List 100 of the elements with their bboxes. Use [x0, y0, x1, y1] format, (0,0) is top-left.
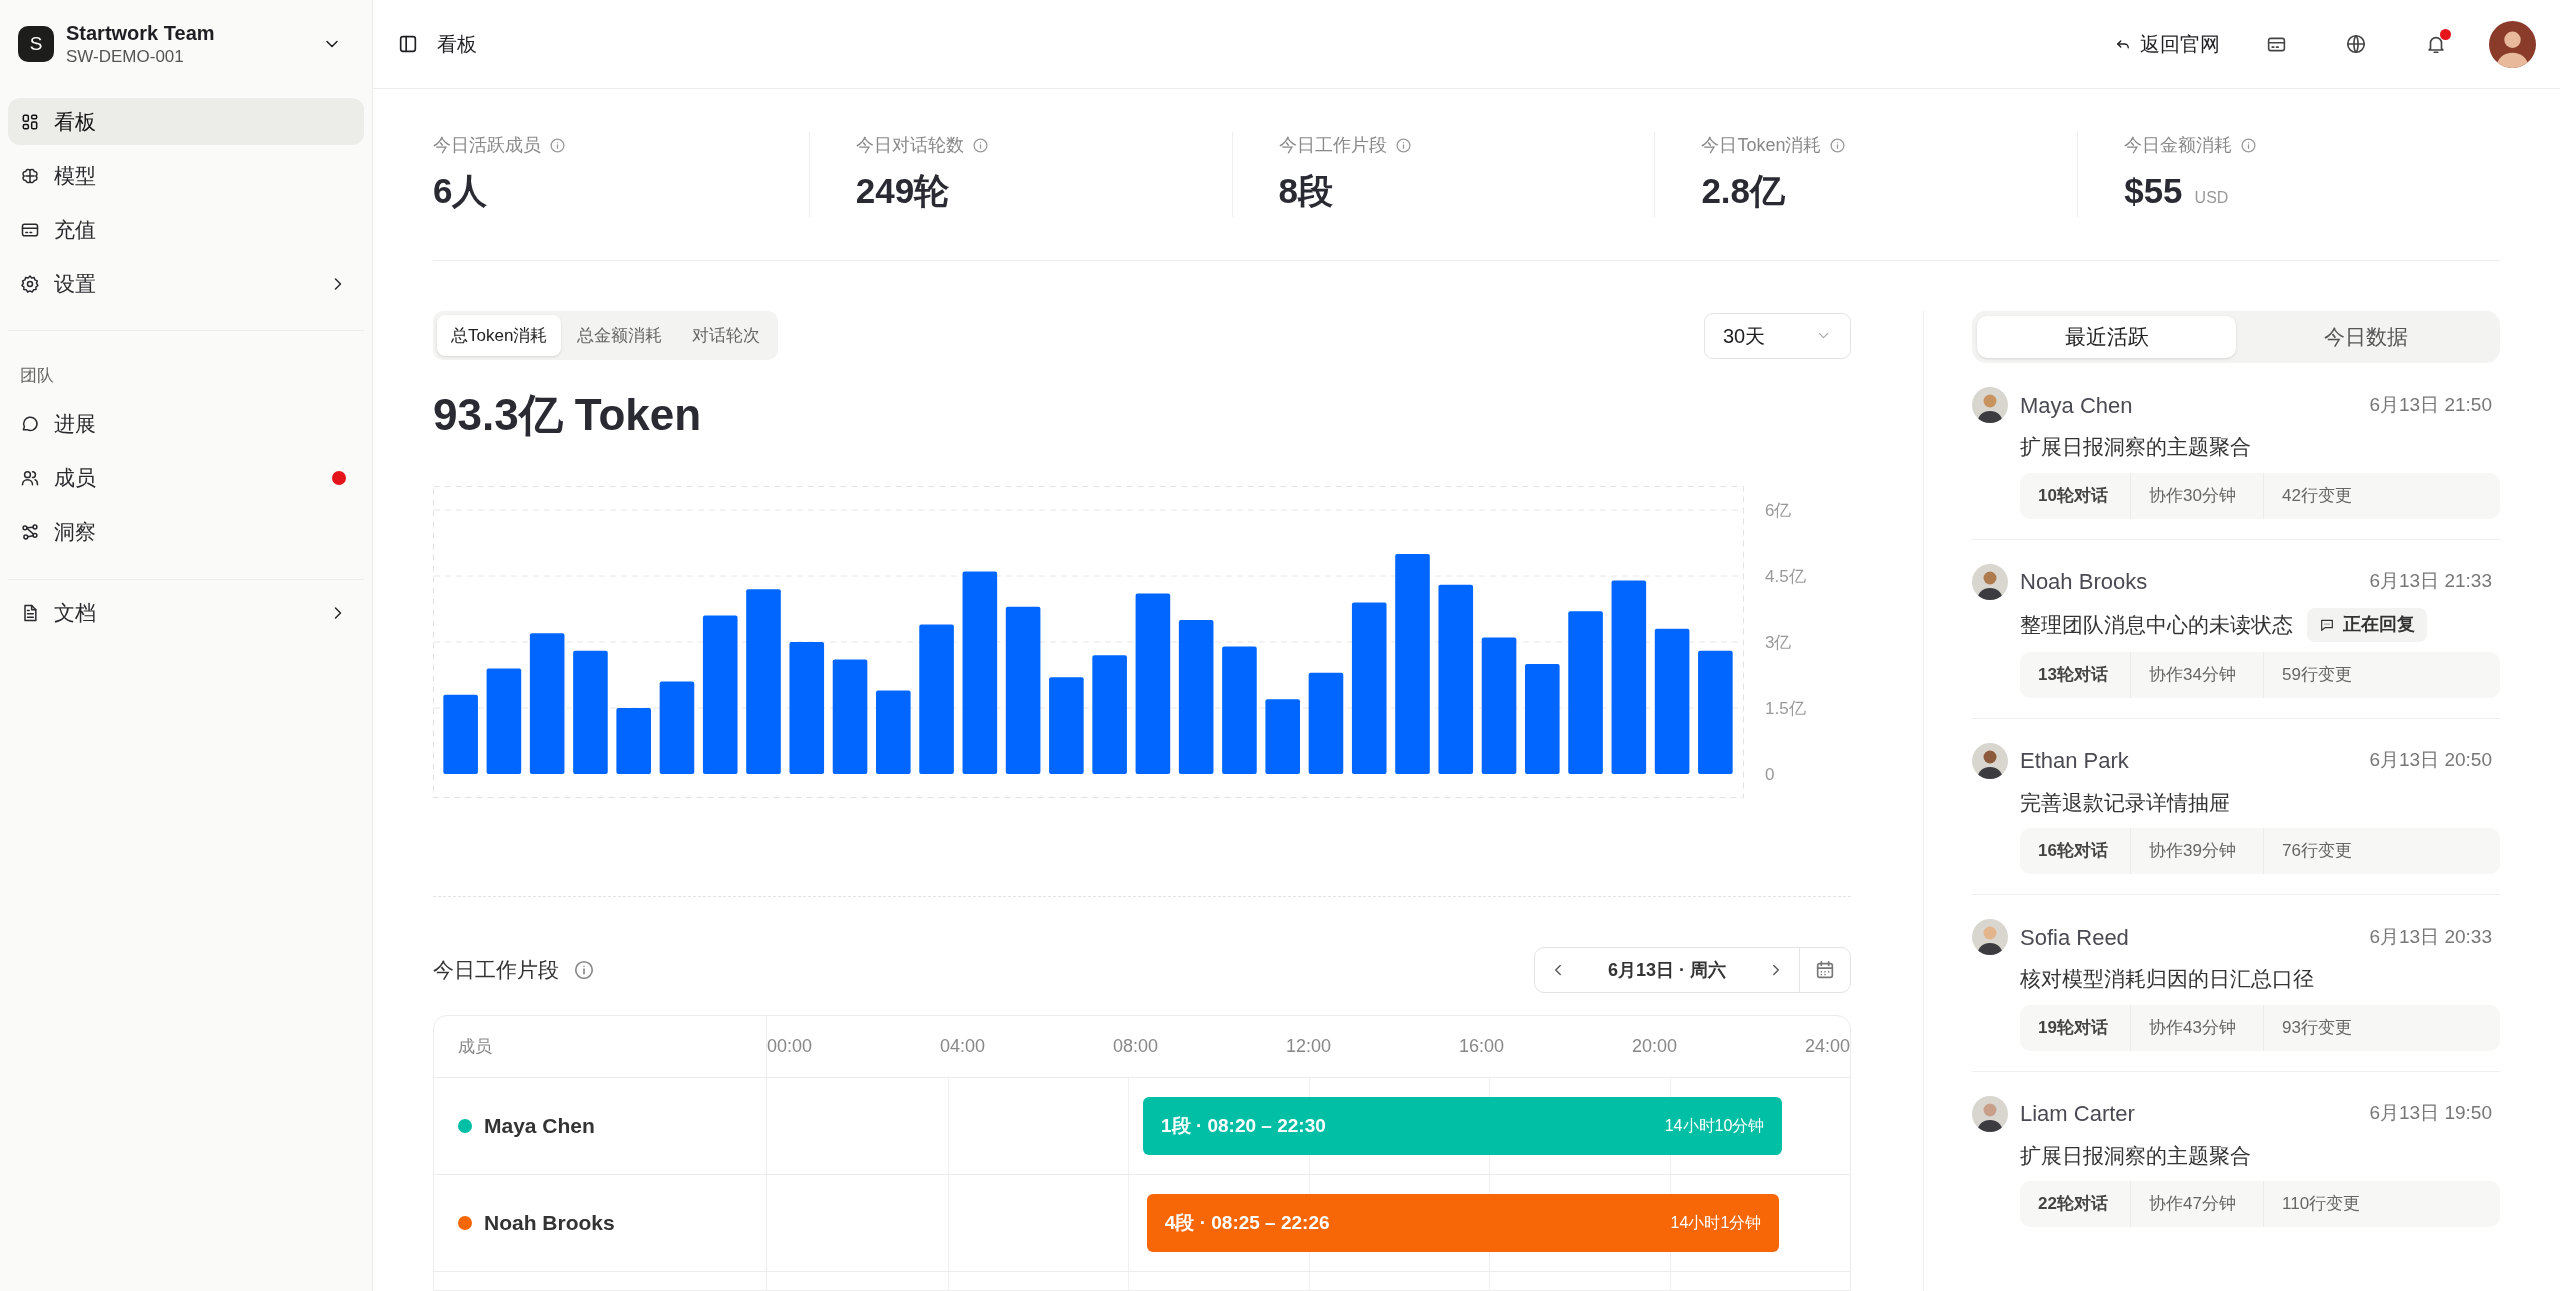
hour-label: 04:00	[940, 1035, 986, 1058]
settings-icon	[20, 273, 40, 294]
bar	[616, 708, 651, 774]
member-avatar	[1972, 1095, 2008, 1132]
activity-time: 6月13日 19:50	[2369, 1101, 2492, 1126]
users-icon	[20, 468, 40, 488]
team-name: Startwork Team	[66, 21, 216, 46]
member-name: Noah Brooks	[2020, 568, 2149, 596]
stat-label: 今日活跃成员	[433, 133, 541, 157]
stat-value: 249轮	[855, 169, 950, 212]
axis-label: 3亿	[1765, 633, 1792, 652]
sidebar-item[interactable]: 看板	[8, 98, 364, 145]
sidebar-item[interactable]: 设置	[8, 260, 364, 307]
hour-label: 24:00	[1804, 1035, 1850, 1058]
stat-value: 6人	[433, 169, 488, 212]
chat-icon	[20, 414, 40, 434]
hour-label: 08:00	[1112, 1035, 1158, 1058]
stat-label: 今日Token消耗	[1701, 133, 1822, 157]
info-icon[interactable]	[2240, 136, 2258, 154]
segment-duration: 14小时10分钟	[1664, 1116, 1765, 1136]
stat-label: 今日对话轮数	[855, 133, 964, 157]
sidebar-item[interactable]: 充值	[8, 206, 364, 253]
section-title: 今日工作片段	[433, 957, 559, 984]
total-value: 93.3亿 Token	[433, 389, 703, 441]
activity-stat: 22轮对话	[2020, 1181, 2131, 1227]
stat-value: 8段	[1278, 169, 1334, 212]
chart-tab[interactable]: 总Token消耗	[437, 315, 562, 356]
chart-tab[interactable]: 对话轮次	[678, 315, 775, 356]
hour-label: 12:00	[1285, 1035, 1331, 1058]
activity-stat: 110行变更	[2281, 1193, 2362, 1216]
member-avatar	[1972, 563, 2008, 600]
stat-value: 2.8亿	[1701, 169, 1786, 212]
chart-tab[interactable]: 总金额消耗	[563, 315, 677, 356]
info-icon[interactable]	[573, 959, 595, 981]
activity-stat: 13轮对话	[2020, 651, 2131, 698]
sidebar-item[interactable]: 成员	[8, 454, 364, 502]
nodes-icon	[20, 522, 40, 542]
stat-label: 今日金额消耗	[2124, 133, 2233, 157]
info-icon[interactable]	[971, 136, 989, 154]
activity-stat: 协作43分钟	[2131, 1004, 2264, 1051]
activity-time: 6月13日 21:50	[2369, 392, 2492, 417]
panel-tab[interactable]: 今日数据	[2236, 316, 2495, 358]
axis-label: 6亿	[1765, 501, 1792, 520]
stat-unit: USD	[2194, 187, 2229, 208]
back-link[interactable]: 返回官网	[2114, 29, 2220, 59]
segment-duration: 14小时1分钟	[1670, 1213, 1762, 1233]
member-name: Ethan Park	[2020, 747, 2130, 775]
segment-label: 4段 · 08:25 – 22:26	[1164, 1210, 1330, 1235]
task-title: 核对模型消耗归因的日汇总口径	[2020, 966, 2314, 992]
activity-stat: 93行变更	[2281, 1016, 2353, 1039]
axis-label: 0	[1765, 765, 1775, 784]
activity-time: 6月13日 21:33	[2369, 569, 2492, 594]
stat-value: $55	[2124, 169, 2183, 212]
stat-label: 今日工作片段	[1278, 133, 1387, 157]
date-label: 6月13日 · 周六	[1607, 958, 1727, 982]
sidebar-item[interactable]: 进展	[8, 400, 364, 448]
section-label: 团队	[19, 365, 55, 387]
member-avatar	[1972, 387, 2008, 423]
sidebar-item[interactable]: 洞察	[8, 508, 364, 556]
sidebar-toggle-icon[interactable]	[397, 33, 419, 55]
member-name: Sofia Reed	[2020, 923, 2130, 952]
info-icon[interactable]	[549, 136, 566, 154]
activity-stat: 协作39分钟	[2131, 828, 2264, 874]
panel-tab[interactable]: 最近活跃	[1977, 316, 2236, 358]
member-name: Maya Chen	[2020, 391, 2134, 420]
activity-stat: 19轮对话	[2020, 1004, 2131, 1051]
member-avatar	[1972, 742, 2008, 779]
activity-time: 6月13日 20:33	[2369, 924, 2492, 949]
page-title: 看板	[437, 32, 478, 57]
activity-stat: 16轮对话	[2020, 828, 2131, 874]
column-header: 成员	[434, 1016, 767, 1077]
user-avatar[interactable]	[2489, 20, 2536, 68]
segment-label: 1段 · 08:20 – 22:30	[1161, 1113, 1326, 1138]
range-select[interactable]: 30天	[1704, 312, 1851, 359]
hour-label: 20:00	[1631, 1035, 1677, 1058]
member-name: Liam Carter	[2020, 1100, 2136, 1128]
team-avatar: S	[18, 26, 54, 62]
task-title: 完善退款记录详情抽屉	[2020, 789, 2230, 816]
status-badge: 正在回复	[2307, 607, 2427, 642]
activity-stat: 59行变更	[2281, 663, 2353, 686]
task-title: 扩展日报洞察的主题聚合	[2020, 434, 2251, 460]
axis-label: 1.5亿	[1765, 699, 1806, 718]
member-avatar	[1972, 919, 2008, 955]
axis-label: 4.5亿	[1765, 567, 1806, 586]
activity-stat: 10轮对话	[2020, 472, 2131, 519]
member-name: Maya Chen	[484, 1113, 595, 1140]
activity-stat: 协作47分钟	[2131, 1181, 2264, 1227]
sidebar-item[interactable]: 模型	[8, 152, 364, 199]
task-title: 整理团队消息中心的未读状态	[2020, 611, 2293, 638]
info-icon[interactable]	[1829, 136, 1847, 154]
activity-stat: 协作34分钟	[2131, 651, 2264, 698]
sidebar-item[interactable]: 文档	[8, 589, 364, 637]
globe-icon[interactable]	[2345, 33, 2367, 55]
team-code: SW-DEMO-001	[66, 46, 185, 68]
hour-label: 00:00	[767, 1035, 813, 1058]
task-title: 扩展日报洞察的主题聚合	[2020, 1142, 2251, 1169]
activity-stat: 42行变更	[2281, 484, 2353, 507]
activity-stat: 76行变更	[2281, 840, 2353, 863]
info-icon[interactable]	[1394, 136, 1412, 154]
activity-stat: 协作30分钟	[2131, 472, 2264, 519]
